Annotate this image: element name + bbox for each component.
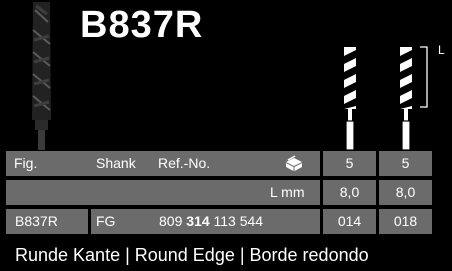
footer-description: Runde Kante | Round Edge | Borde redondo — [15, 245, 369, 265]
product-code-title: B837R — [80, 4, 204, 46]
quantity-cell: 5 — [323, 151, 376, 176]
fig-value: B837R — [6, 209, 88, 234]
length-header-cell: L mm — [6, 180, 320, 205]
ref-bold: 314 — [186, 213, 210, 229]
ref-prefix: 809 — [159, 213, 183, 229]
ref-suffix: 113 544 — [213, 213, 264, 229]
bur-diagram-icon — [400, 47, 412, 150]
length-mm-label: L mm — [270, 184, 305, 200]
package-icon — [286, 155, 302, 171]
shank-label: Shank — [96, 155, 136, 171]
length-cell: 8,0 — [323, 180, 376, 205]
shank-value: FG — [96, 213, 116, 229]
bur-diagram-icon — [344, 47, 356, 150]
length-label: L — [438, 43, 445, 57]
fig-label: Fig. — [14, 155, 38, 171]
table-header-cell: Fig. Shank Ref.-No. — [6, 151, 320, 176]
size-cell: 018 — [379, 209, 432, 234]
ref-number: 809 314 113 544 — [159, 209, 263, 234]
bur-photo — [32, 2, 51, 150]
length-cell: 8,0 — [379, 180, 432, 205]
quantity-cell: 5 — [379, 151, 432, 176]
ref-number-cell: FG 809 314 113 544 — [91, 209, 320, 234]
ref-no-label: Ref.-No. — [158, 155, 211, 171]
size-cell: 014 — [323, 209, 376, 234]
